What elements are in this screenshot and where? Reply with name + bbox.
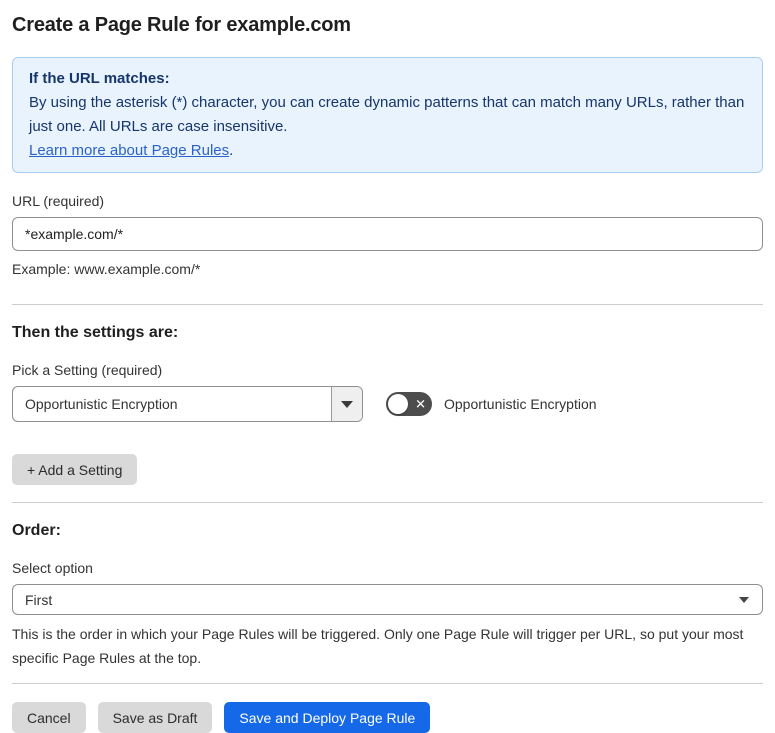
create-page-rule-form: Create a Page Rule for example.com If th… xyxy=(0,0,775,733)
info-box-heading: If the URL matches: xyxy=(29,70,170,87)
order-select-label: Select option xyxy=(12,560,93,576)
save-deploy-button[interactable]: Save and Deploy Page Rule xyxy=(224,702,431,733)
page-title: Create a Page Rule for example.com xyxy=(12,14,351,36)
setting-select-arrow-button[interactable] xyxy=(331,387,362,421)
url-input[interactable] xyxy=(12,217,763,251)
settings-section-heading: Then the settings are: xyxy=(12,324,179,341)
section-divider xyxy=(12,304,763,305)
link-suffix-period: . xyxy=(229,142,234,159)
section-divider xyxy=(12,502,763,503)
url-match-info-box: If the URL matches: By using the asteris… xyxy=(12,57,763,173)
order-select-value: First xyxy=(25,591,53,608)
toggle-setting-label: Opportunistic Encryption xyxy=(444,396,597,412)
add-setting-button[interactable]: + Add a Setting xyxy=(12,454,138,485)
order-select[interactable]: First xyxy=(12,584,763,615)
info-box-body: By using the asterisk (*) character, you… xyxy=(29,94,745,135)
url-field-label: URL (required) xyxy=(12,193,105,209)
order-section-heading: Order: xyxy=(12,522,61,539)
setting-select-value: Opportunistic Encryption xyxy=(25,396,178,412)
caret-down-icon xyxy=(341,400,353,408)
url-example-text: Example: www.example.com/* xyxy=(12,261,201,277)
save-draft-button[interactable]: Save as Draft xyxy=(97,702,213,733)
pick-setting-label: Pick a Setting (required) xyxy=(12,362,163,378)
footer-actions: Cancel Save as Draft Save and Deploy Pag… xyxy=(12,702,763,733)
info-link-line: Learn more about Page Rules. xyxy=(29,139,746,163)
setting-select[interactable]: Opportunistic Encryption xyxy=(12,386,363,422)
cancel-button[interactable]: Cancel xyxy=(12,702,86,733)
toggle-knob xyxy=(388,394,408,414)
order-help-text: This is the order in which your Page Rul… xyxy=(12,626,744,666)
learn-more-link[interactable]: Learn more about Page Rules xyxy=(29,142,229,159)
opportunistic-encryption-toggle[interactable]: ✕ xyxy=(386,392,432,416)
footer-divider xyxy=(12,683,763,684)
toggle-off-x-icon: ✕ xyxy=(415,396,426,412)
setting-row: Opportunistic Encryption ✕ Opportunistic… xyxy=(12,386,763,422)
caret-down-icon xyxy=(739,596,749,603)
